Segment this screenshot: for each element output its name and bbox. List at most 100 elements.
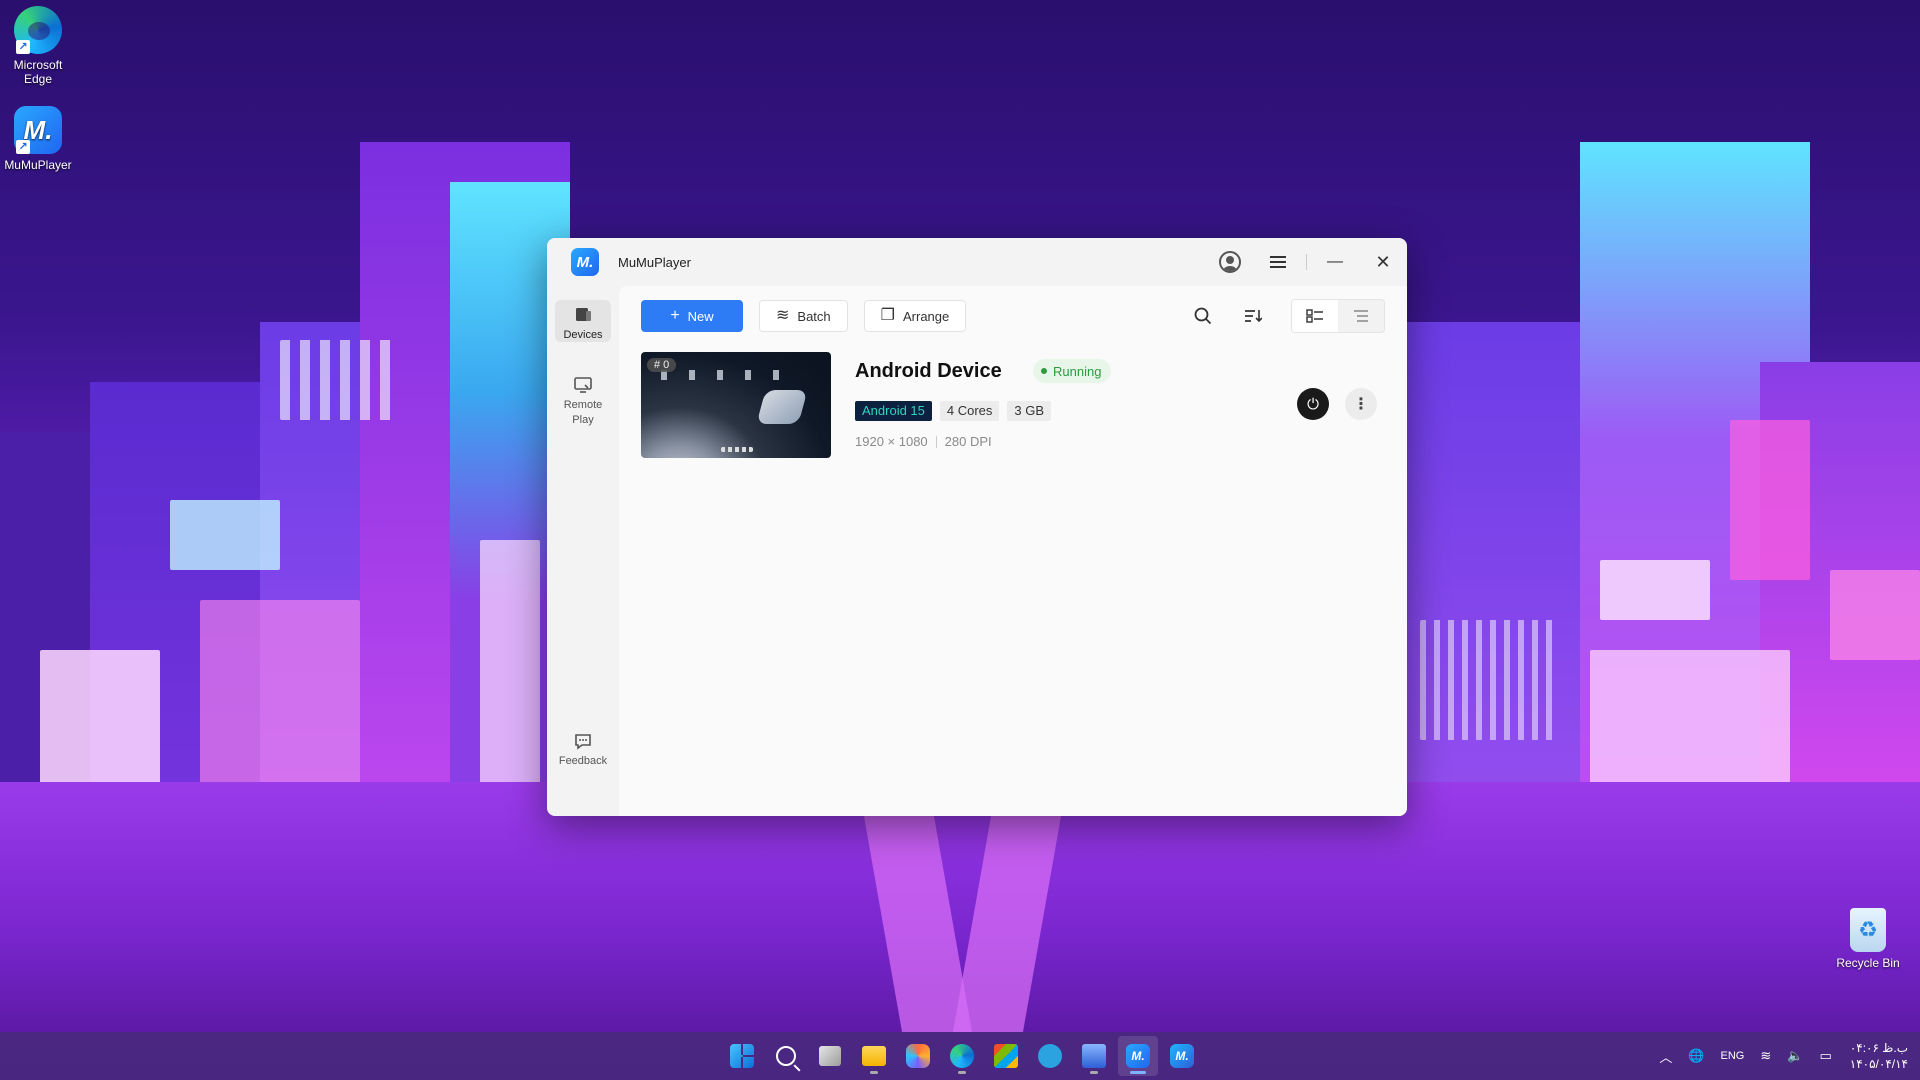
wallpaper-glow (170, 500, 280, 570)
desktop-icon-label: Microsoft Edge (13, 58, 63, 86)
batch-button-label: Batch (797, 308, 831, 324)
taskbar: M. M. ︿ 🌐 ENG ≋ 🔈 ▭ ب.ظ ۰۴:۰۶ ۱۴۰۵/۰۴/۱۴ (0, 1032, 1920, 1080)
arrange-button-label: Arrange (903, 308, 950, 324)
globe-icon[interactable]: 🌐 (1688, 1048, 1704, 1064)
devices-icon (576, 308, 591, 321)
taskbar-mumu-multi[interactable]: M. (1162, 1036, 1202, 1076)
memory-tag: 3 GB (1007, 401, 1052, 421)
taskbar-edge[interactable] (942, 1036, 982, 1076)
taskbar-search-button[interactable] (766, 1036, 806, 1076)
minimize-icon: — (1327, 253, 1343, 270)
task-view-button[interactable] (810, 1036, 850, 1076)
taskbar-network-app[interactable] (1074, 1036, 1114, 1076)
title-divider (1306, 254, 1307, 270)
status-text: Running (1053, 363, 1102, 379)
sidebar-item-label: Feedback (558, 755, 608, 767)
power-icon: ⏻ (1307, 395, 1319, 413)
batch-button[interactable]: ≋ Batch (759, 300, 848, 332)
show-hidden-icons-chevron-icon[interactable]: ︿ (1659, 1047, 1672, 1066)
window-title: MuMuPlayer (618, 254, 691, 270)
battery-icon[interactable]: ▭ (1819, 1048, 1831, 1064)
sidebar-item-devices[interactable]: Devices (555, 300, 611, 342)
wallpaper-glow (1730, 420, 1810, 580)
sidebar-item-remote-play[interactable]: Remote Play (555, 370, 611, 426)
power-button[interactable]: ⏻ (1297, 388, 1329, 420)
clock[interactable]: ب.ظ ۰۴:۰۶ ۱۴۰۵/۰۴/۱۴ (1850, 1040, 1908, 1072)
status-dot-icon (1041, 368, 1047, 374)
mumu-logo-watermark (756, 390, 808, 424)
sidebar: Devices Remote Play Feedback (547, 286, 619, 816)
list-view-button[interactable] (1338, 300, 1384, 332)
taskbar-telegram[interactable] (1030, 1036, 1070, 1076)
clock-time: ب.ظ ۰۴:۰۶ (1849, 1041, 1908, 1055)
mumuplayer-icon: M. (1126, 1044, 1150, 1068)
edge-icon: ↗ (14, 6, 62, 54)
mumuplayer-icon: M. ↗ (14, 106, 62, 154)
view-mode-toggle (1291, 299, 1385, 333)
desktop-icon-label: Recycle Bin (1836, 956, 1900, 970)
feedback-icon (575, 734, 591, 750)
wifi-icon[interactable]: ≋ (1760, 1048, 1771, 1064)
language-indicator[interactable]: ENG (1721, 1050, 1745, 1062)
card-view-button[interactable] (1292, 300, 1338, 332)
start-button[interactable] (722, 1036, 762, 1076)
windows-start-icon (730, 1044, 754, 1068)
taskbar-mumuplayer[interactable]: M. (1118, 1036, 1158, 1076)
sort-icon (1245, 310, 1262, 323)
device-name: Android Device (855, 360, 1002, 382)
volume-icon[interactable]: 🔈 (1787, 1048, 1803, 1064)
search-icon (776, 1046, 796, 1066)
vertical-ellipsis-icon: ⋮ (1353, 396, 1369, 413)
account-button[interactable] (1206, 238, 1254, 286)
plus-icon: + (670, 307, 680, 324)
desktop-icon-edge[interactable]: ↗ Microsoft Edge (0, 6, 76, 86)
remote-play-icon (574, 377, 592, 393)
new-device-button[interactable]: + New (641, 300, 743, 332)
sort-button[interactable] (1235, 300, 1271, 332)
arrange-button[interactable]: ❐ Arrange (863, 300, 967, 332)
close-icon: ✕ (1375, 251, 1391, 272)
sidebar-item-feedback[interactable]: Feedback (555, 726, 611, 768)
mumuplayer-window: M. MuMuPlayer — ✕ Devices Remote Play Fe… (547, 238, 1407, 816)
status-badge: Running (1033, 359, 1112, 383)
menu-button[interactable] (1254, 238, 1302, 286)
card-view-icon (1306, 309, 1323, 323)
more-options-button[interactable]: ⋮ (1345, 388, 1377, 420)
shortcut-arrow-icon: ↗ (16, 40, 30, 54)
wallpaper-glow (1600, 560, 1710, 620)
task-view-icon (819, 1046, 841, 1066)
desktop-icon-mumuplayer[interactable]: M. ↗ MuMuPlayer (0, 106, 76, 172)
toolbar-right (1171, 299, 1385, 333)
taskbar-store[interactable] (986, 1036, 1026, 1076)
search-button[interactable] (1185, 300, 1221, 332)
device-screen-thumbnail[interactable]: # 0 (641, 352, 831, 458)
wallpaper-glow (1420, 620, 1560, 740)
close-button[interactable]: ✕ (1359, 238, 1407, 286)
list-view-icon (1354, 310, 1368, 322)
resolution-text: 1920 × 1080 (855, 434, 928, 449)
wallpaper-glow (1830, 570, 1920, 660)
device-card[interactable]: # 0 Android Device Running Android 15 4 … (641, 352, 1385, 460)
device-index-badge: # 0 (647, 358, 677, 372)
telegram-icon (1038, 1044, 1062, 1068)
desktop-icon-label: MuMuPlayer (4, 158, 72, 172)
edge-icon (950, 1044, 974, 1068)
sidebar-item-label: Devices (563, 329, 603, 341)
layers-icon: ≋ (776, 307, 790, 324)
clock-date: ۱۴۰۵/۰۴/۱۴ (1849, 1057, 1908, 1071)
mumu-multi-icon: M. (1170, 1044, 1194, 1068)
cpu-cores-tag: 4 Cores (939, 401, 1000, 421)
minimize-button[interactable]: — (1311, 238, 1359, 286)
store-icon (994, 1044, 1018, 1068)
title-bar[interactable]: M. MuMuPlayer — ✕ (547, 238, 1407, 286)
sidebar-item-label: Remote Play (563, 399, 603, 426)
display-spec: 1920 × 1080 280 DPI (855, 434, 992, 449)
copilot-icon (906, 1044, 930, 1068)
shortcut-arrow-icon: ↗ (16, 140, 30, 154)
device-list-panel: + New ≋ Batch ❐ Arrange # 0 Android Devi… (619, 286, 1407, 816)
desktop-icon-recycle-bin[interactable]: ♻ Recycle Bin (1828, 908, 1908, 970)
taskbar-copilot[interactable] (898, 1036, 938, 1076)
taskbar-file-explorer[interactable] (854, 1036, 894, 1076)
wallpaper-road (0, 782, 1920, 1032)
wallpaper-glow (480, 540, 540, 800)
